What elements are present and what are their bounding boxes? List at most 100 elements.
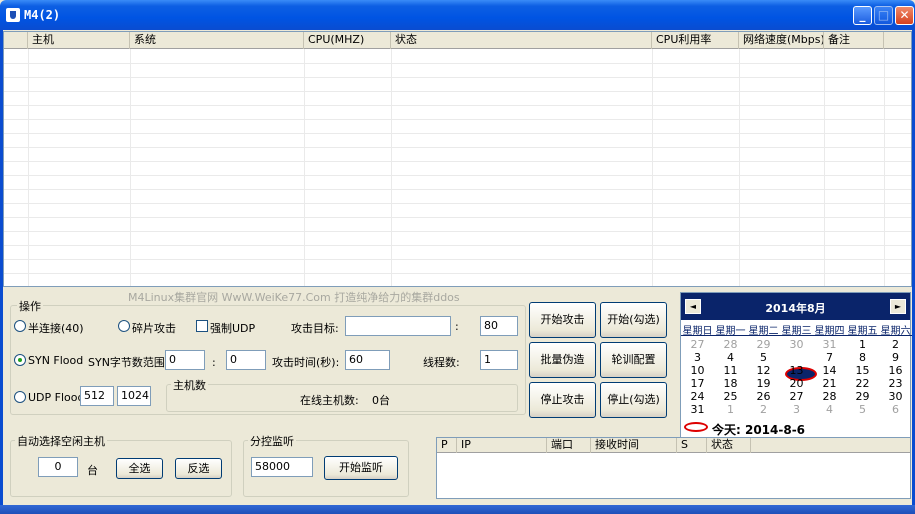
mon-col-status[interactable]: 状态: [707, 438, 751, 453]
radio-udp-flood[interactable]: [14, 391, 26, 403]
stop-checked-button[interactable]: 停止(勾选): [600, 382, 667, 418]
maximize-button[interactable]: □: [874, 6, 893, 25]
calendar-day[interactable]: 20: [780, 377, 813, 390]
calendar-day[interactable]: 16: [879, 364, 912, 377]
calendar-weekdays: 星期日 星期一 星期二 星期三 星期四 星期五 星期六: [681, 322, 912, 337]
threads-label: 线程数:: [423, 356, 460, 369]
calendar-next-icon[interactable]: ►: [890, 299, 906, 314]
radio-fragment[interactable]: [118, 320, 130, 332]
rotate-config-button[interactable]: 轮训配置: [600, 342, 667, 378]
calendar-day[interactable]: 5: [747, 351, 780, 364]
minimize-button[interactable]: _: [853, 6, 872, 25]
weekday-sun: 星期日: [682, 326, 713, 337]
mon-col-s[interactable]: S: [677, 438, 707, 453]
syn-min-input[interactable]: 0: [165, 350, 205, 370]
calendar-day[interactable]: 25: [714, 390, 747, 403]
select-all-button[interactable]: 全选: [116, 458, 163, 479]
mon-col-p[interactable]: P: [437, 438, 457, 453]
calendar-day[interactable]: 6: [879, 403, 912, 416]
calendar-day[interactable]: 4: [813, 403, 846, 416]
col-status[interactable]: 状态: [391, 32, 652, 49]
radio-syn-flood[interactable]: [14, 354, 26, 366]
calendar-day[interactable]: 3: [780, 403, 813, 416]
title-bar[interactable]: [0, 0, 915, 30]
mon-col-ip[interactable]: IP: [457, 438, 547, 453]
calendar-day[interactable]: 29: [747, 338, 780, 351]
invert-select-button[interactable]: 反选: [175, 458, 222, 479]
col-net-speed[interactable]: 网络速度(Mbps): [739, 32, 824, 49]
host-table[interactable]: 主机 系统 CPU(MHZ) 状态 CPU利用率 网络速度(Mbps) 备注: [3, 31, 912, 287]
calendar-day[interactable]: 26: [747, 390, 780, 403]
calendar-day[interactable]: 7: [813, 351, 846, 364]
host-table-header: 主机 系统 CPU(MHZ) 状态 CPU利用率 网络速度(Mbps) 备注: [4, 32, 911, 49]
col-cpu-mhz[interactable]: CPU(MHZ): [304, 32, 391, 49]
calendar-day[interactable]: 12: [747, 364, 780, 377]
udp-max-input[interactable]: 1024: [117, 386, 151, 406]
start-checked-button[interactable]: 开始(勾选): [600, 302, 667, 338]
col-cpu-usage[interactable]: CPU利用率: [652, 32, 739, 49]
attack-time-input[interactable]: 60: [345, 350, 390, 370]
radio-half-connect-label: 半连接(40): [28, 322, 84, 335]
calendar-day[interactable]: 27: [681, 338, 714, 351]
calendar-day[interactable]: 15: [846, 364, 879, 377]
calendar-day[interactable]: 14: [813, 364, 846, 377]
port-input[interactable]: 80: [480, 316, 518, 336]
calendar-day[interactable]: 8: [846, 351, 879, 364]
calendar-day[interactable]: 30: [780, 338, 813, 351]
weekday-fri: 星期五: [847, 326, 878, 337]
calendar-day[interactable]: 5: [846, 403, 879, 416]
calendar-day[interactable]: 6: [780, 351, 813, 364]
calendar-day[interactable]: 3: [681, 351, 714, 364]
calendar-day[interactable]: 19: [747, 377, 780, 390]
calendar-day[interactable]: 1: [846, 338, 879, 351]
calendar-title[interactable]: 2014年8月: [681, 300, 910, 316]
auto-count-input[interactable]: 0: [38, 457, 78, 477]
start-listen-button[interactable]: 开始监听: [324, 456, 398, 480]
calendar-day[interactable]: 28: [714, 338, 747, 351]
calendar-day[interactable]: 23: [879, 377, 912, 390]
calendar-day[interactable]: 1: [714, 403, 747, 416]
stop-attack-button[interactable]: 停止攻击: [529, 382, 596, 418]
host-header-checkbox[interactable]: [4, 32, 28, 49]
calendar-day[interactable]: 24: [681, 390, 714, 403]
syn-max-input[interactable]: 0: [226, 350, 266, 370]
force-udp-checkbox[interactable]: [196, 320, 208, 332]
col-remark[interactable]: 备注: [824, 32, 884, 49]
monitor-table[interactable]: P IP 端口 接收时间 S 状态: [436, 437, 911, 499]
calendar-day[interactable]: 13: [780, 364, 813, 377]
mon-col-port[interactable]: 端口: [547, 438, 591, 453]
calendar-day[interactable]: 30: [879, 390, 912, 403]
window-title: M4(2): [24, 8, 61, 22]
month-calendar[interactable]: ◄ 2014年8月 ► 星期日 星期一 星期二 星期三 星期四 星期五 星期六 …: [680, 292, 912, 438]
radio-half-connect[interactable]: [14, 320, 26, 332]
calendar-day[interactable]: 10: [681, 364, 714, 377]
calendar-day[interactable]: 4: [714, 351, 747, 364]
target-input[interactable]: [345, 316, 451, 336]
close-button[interactable]: ✕: [895, 6, 914, 25]
mon-col-recv-time[interactable]: 接收时间: [591, 438, 677, 453]
calendar-day[interactable]: 21: [813, 377, 846, 390]
calendar-today-link[interactable]: 今天: 2014-8-6: [712, 421, 805, 438]
calendar-day[interactable]: 22: [846, 377, 879, 390]
syn-range-label: SYN字节数范围: [88, 356, 165, 369]
calendar-day[interactable]: 29: [846, 390, 879, 403]
calendar-day[interactable]: 11: [714, 364, 747, 377]
udp-min-input[interactable]: 512: [80, 386, 114, 406]
calendar-header: ◄ 2014年8月 ►: [681, 293, 910, 320]
col-os[interactable]: 系统: [130, 32, 304, 49]
calendar-day[interactable]: 31: [813, 338, 846, 351]
calendar-day[interactable]: 17: [681, 377, 714, 390]
calendar-day[interactable]: 18: [714, 377, 747, 390]
weekday-wed: 星期三: [781, 326, 812, 337]
threads-input[interactable]: 1: [480, 350, 518, 370]
start-attack-button[interactable]: 开始攻击: [529, 302, 596, 338]
col-host[interactable]: 主机: [28, 32, 130, 49]
calendar-day[interactable]: 2: [879, 338, 912, 351]
calendar-day[interactable]: 28: [813, 390, 846, 403]
calendar-day[interactable]: 2: [747, 403, 780, 416]
listen-port-input[interactable]: 58000: [251, 457, 313, 477]
calendar-day[interactable]: 9: [879, 351, 912, 364]
batch-fake-button[interactable]: 批量伪造: [529, 342, 596, 378]
calendar-day[interactable]: 27: [780, 390, 813, 403]
calendar-day[interactable]: 31: [681, 403, 714, 416]
